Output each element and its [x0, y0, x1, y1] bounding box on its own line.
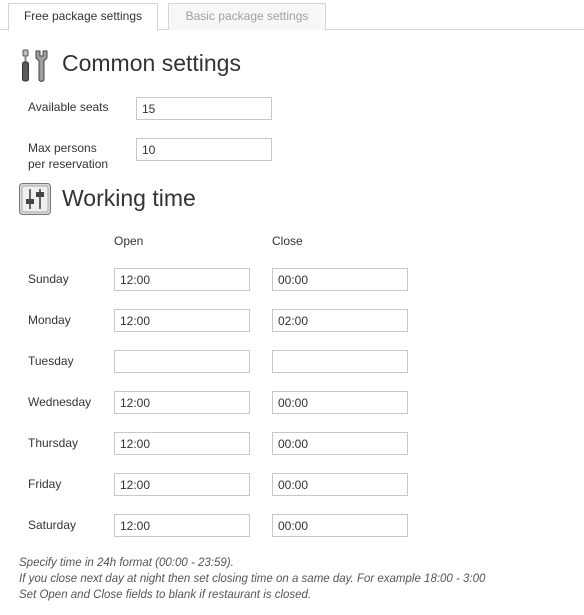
tab-bar: Free package settings Basic package sett… [0, 0, 584, 31]
working-time-title: Working time [62, 185, 196, 211]
close-time-input[interactable] [272, 391, 408, 414]
open-time-input[interactable] [114, 268, 250, 291]
sliders-icon [19, 183, 51, 215]
day-label: Monday [28, 313, 71, 327]
tab-free-package-settings[interactable]: Free package settings [8, 3, 158, 31]
day-label: Sunday [28, 272, 69, 286]
open-time-input[interactable] [114, 350, 250, 373]
day-label: Saturday [28, 518, 77, 532]
close-time-input[interactable] [272, 268, 408, 291]
note-line: Specify time in 24h format (00:00 - 23:5… [19, 557, 234, 569]
available-seats-input[interactable] [136, 97, 272, 120]
tools-icon [19, 48, 51, 82]
day-label: Thursday [28, 436, 79, 450]
close-time-input[interactable] [272, 514, 408, 537]
open-time-input[interactable] [114, 473, 250, 496]
max-persons-label: Max persons per reservation [28, 140, 108, 172]
available-seats-label: Available seats [28, 100, 109, 114]
open-column-header: Open [114, 234, 144, 248]
tab-basic-package-settings[interactable]: Basic package settings [168, 3, 326, 30]
close-time-input[interactable] [272, 309, 408, 332]
close-time-input[interactable] [272, 432, 408, 455]
max-persons-label-line1: Max persons [28, 141, 97, 155]
day-label: Wednesday [28, 395, 92, 409]
day-label: Friday [28, 477, 62, 491]
common-settings-title: Common settings [62, 50, 241, 76]
open-time-input[interactable] [114, 309, 250, 332]
day-label: Tuesday [28, 354, 74, 368]
note-line: Set Open and Close fields to blank if re… [19, 589, 312, 601]
note-line: If you close next day at night then set … [19, 573, 486, 585]
open-time-input[interactable] [114, 391, 250, 414]
close-column-header: Close [272, 234, 303, 248]
max-persons-input[interactable] [136, 138, 272, 161]
open-time-input[interactable] [114, 514, 250, 537]
help-notes: Specify time in 24h format (00:00 - 23:5… [19, 555, 579, 603]
close-time-input[interactable] [272, 473, 408, 496]
close-time-input[interactable] [272, 350, 408, 373]
open-time-input[interactable] [114, 432, 250, 455]
max-persons-label-line2: per reservation [28, 157, 109, 171]
